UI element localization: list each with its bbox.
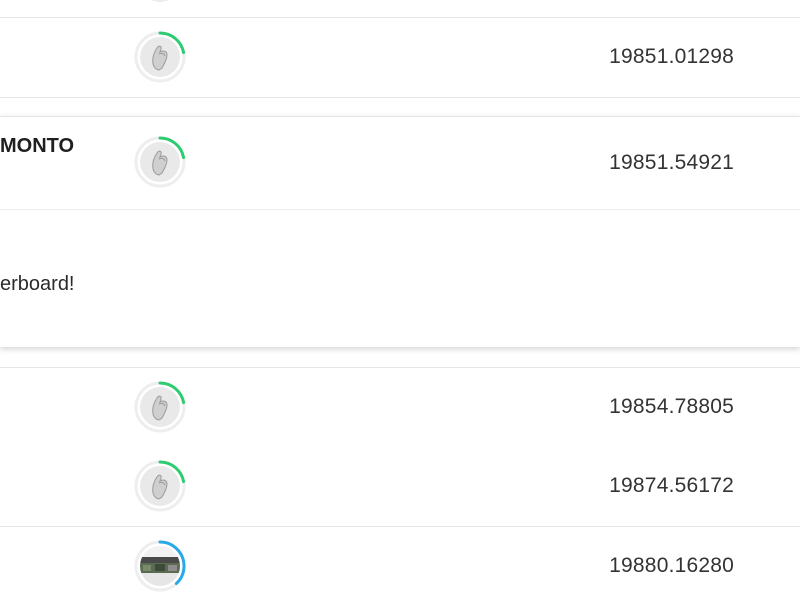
avatar	[133, 539, 187, 593]
hand-avatar-icon	[134, 460, 186, 512]
username: MONTO	[0, 135, 75, 157]
hand-avatar-icon	[134, 381, 186, 433]
avatar	[133, 30, 187, 84]
table-row[interactable]	[0, 0, 800, 18]
leaderboard-page: 19851.01298 MONTO 19851.54921 erboard! 1…	[0, 0, 800, 600]
score-value: 19874.56172	[609, 474, 734, 497]
score-value: 19851.01298	[609, 45, 734, 68]
table-row[interactable]: 19880.16280	[0, 527, 800, 600]
avatar	[133, 459, 187, 513]
table-row[interactable]: 19874.56172	[0, 447, 800, 527]
hand-avatar-icon	[134, 136, 186, 188]
avatar	[133, 135, 187, 189]
photo-avatar-icon	[134, 540, 186, 592]
table-row[interactable]: 19851.01298	[0, 18, 800, 98]
avatar	[143, 0, 177, 2]
table-row[interactable]: 19854.78805	[0, 367, 800, 448]
expanded-row[interactable]: MONTO 19851.54921 erboard!	[0, 116, 800, 347]
score-value: 19854.78805	[609, 395, 734, 418]
divider	[0, 209, 800, 210]
message-text: erboard!	[0, 273, 75, 295]
avatar	[133, 380, 187, 434]
score-value: 19851.54921	[609, 151, 734, 174]
score-value: 19880.16280	[609, 554, 734, 577]
hand-avatar-icon	[134, 31, 186, 83]
